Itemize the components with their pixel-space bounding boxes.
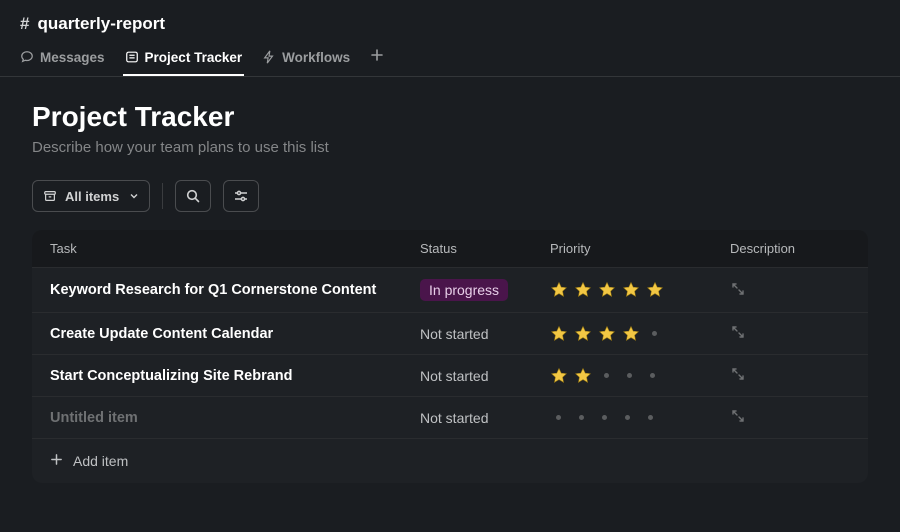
search-button[interactable]: [175, 180, 211, 212]
tab-workflows-label: Workflows: [282, 50, 350, 65]
star-icon: [550, 325, 568, 343]
tabs-bar: Messages Project Tracker Workflows: [0, 34, 900, 77]
expand-icon[interactable]: [730, 369, 746, 385]
filter-label: All items: [65, 189, 119, 204]
filter-button[interactable]: All items: [32, 180, 150, 212]
description-cell[interactable]: [730, 281, 850, 300]
priority-stars[interactable]: [550, 325, 730, 343]
star-empty-dot: [648, 415, 653, 420]
expand-icon[interactable]: [730, 411, 746, 427]
star-icon: [574, 281, 592, 299]
add-item-label: Add item: [73, 453, 128, 469]
task-name: Create Update Content Calendar: [50, 326, 420, 342]
star-icon: [622, 281, 640, 299]
search-icon: [185, 188, 201, 204]
description-cell[interactable]: [730, 324, 850, 343]
star-empty-dot: [652, 331, 657, 336]
tab-project-tracker[interactable]: Project Tracker: [125, 50, 243, 75]
list-toolbar: All items: [32, 180, 868, 212]
list-icon: [125, 50, 139, 64]
description-cell[interactable]: [730, 366, 850, 385]
task-name: Start Conceptualizing Site Rebrand: [50, 368, 420, 384]
settings-button[interactable]: [223, 180, 259, 212]
description-cell[interactable]: [730, 408, 850, 427]
task-status[interactable]: In progress: [420, 279, 550, 301]
chevron-down-icon: [129, 191, 139, 201]
star-empty-dot: [627, 373, 632, 378]
priority-stars[interactable]: [550, 281, 730, 299]
star-icon: [550, 281, 568, 299]
col-priority: Priority: [550, 241, 730, 256]
bolt-icon: [262, 50, 276, 64]
tab-project-tracker-label: Project Tracker: [145, 50, 243, 65]
star-empty-dot: [579, 415, 584, 420]
star-empty-dot: [625, 415, 630, 420]
task-status[interactable]: Not started: [420, 326, 550, 342]
expand-icon[interactable]: [730, 284, 746, 300]
col-description: Description: [730, 241, 850, 256]
task-status[interactable]: Not started: [420, 410, 550, 426]
plus-icon: [50, 453, 63, 469]
tab-workflows[interactable]: Workflows: [262, 50, 350, 75]
add-item-button[interactable]: Add item: [32, 438, 868, 483]
sliders-icon: [233, 188, 249, 204]
tracker-table: Task Status Priority Description Keyword…: [32, 230, 868, 483]
table-header: Task Status Priority Description: [32, 230, 868, 267]
table-row[interactable]: Start Conceptualizing Site RebrandNot st…: [32, 354, 868, 396]
task-name: Keyword Research for Q1 Cornerstone Cont…: [50, 282, 420, 298]
archive-icon: [43, 189, 57, 203]
star-empty-dot: [556, 415, 561, 420]
toolbar-divider: [162, 183, 163, 209]
page-subtitle: Describe how your team plans to use this…: [32, 139, 868, 156]
col-task: Task: [50, 241, 420, 256]
star-icon: [574, 367, 592, 385]
star-icon: [598, 281, 616, 299]
priority-stars[interactable]: [550, 367, 730, 385]
task-name: Untitled item: [50, 410, 420, 426]
table-row[interactable]: Keyword Research for Q1 Cornerstone Cont…: [32, 267, 868, 312]
star-icon: [550, 367, 568, 385]
expand-icon[interactable]: [730, 327, 746, 343]
table-row[interactable]: Untitled itemNot started: [32, 396, 868, 438]
star-icon: [622, 325, 640, 343]
star-empty-dot: [650, 373, 655, 378]
add-tab-button[interactable]: [370, 48, 384, 76]
star-empty-dot: [604, 373, 609, 378]
page-title: Project Tracker: [32, 101, 868, 133]
tab-messages[interactable]: Messages: [20, 50, 105, 75]
channel-title[interactable]: # quarterly-report: [20, 14, 880, 34]
star-icon: [646, 281, 664, 299]
task-status[interactable]: Not started: [420, 368, 550, 384]
channel-header: # quarterly-report: [0, 0, 900, 34]
priority-stars[interactable]: [550, 415, 730, 420]
col-status: Status: [420, 241, 550, 256]
channel-name: quarterly-report: [37, 14, 165, 34]
messages-icon: [20, 50, 34, 64]
status-pill: In progress: [420, 279, 508, 301]
tab-messages-label: Messages: [40, 50, 105, 65]
star-empty-dot: [602, 415, 607, 420]
plus-icon: [370, 48, 384, 62]
star-icon: [574, 325, 592, 343]
hash-icon: #: [20, 14, 29, 34]
table-row[interactable]: Create Update Content CalendarNot starte…: [32, 312, 868, 354]
content-area: Project Tracker Describe how your team p…: [0, 77, 900, 507]
star-icon: [598, 325, 616, 343]
